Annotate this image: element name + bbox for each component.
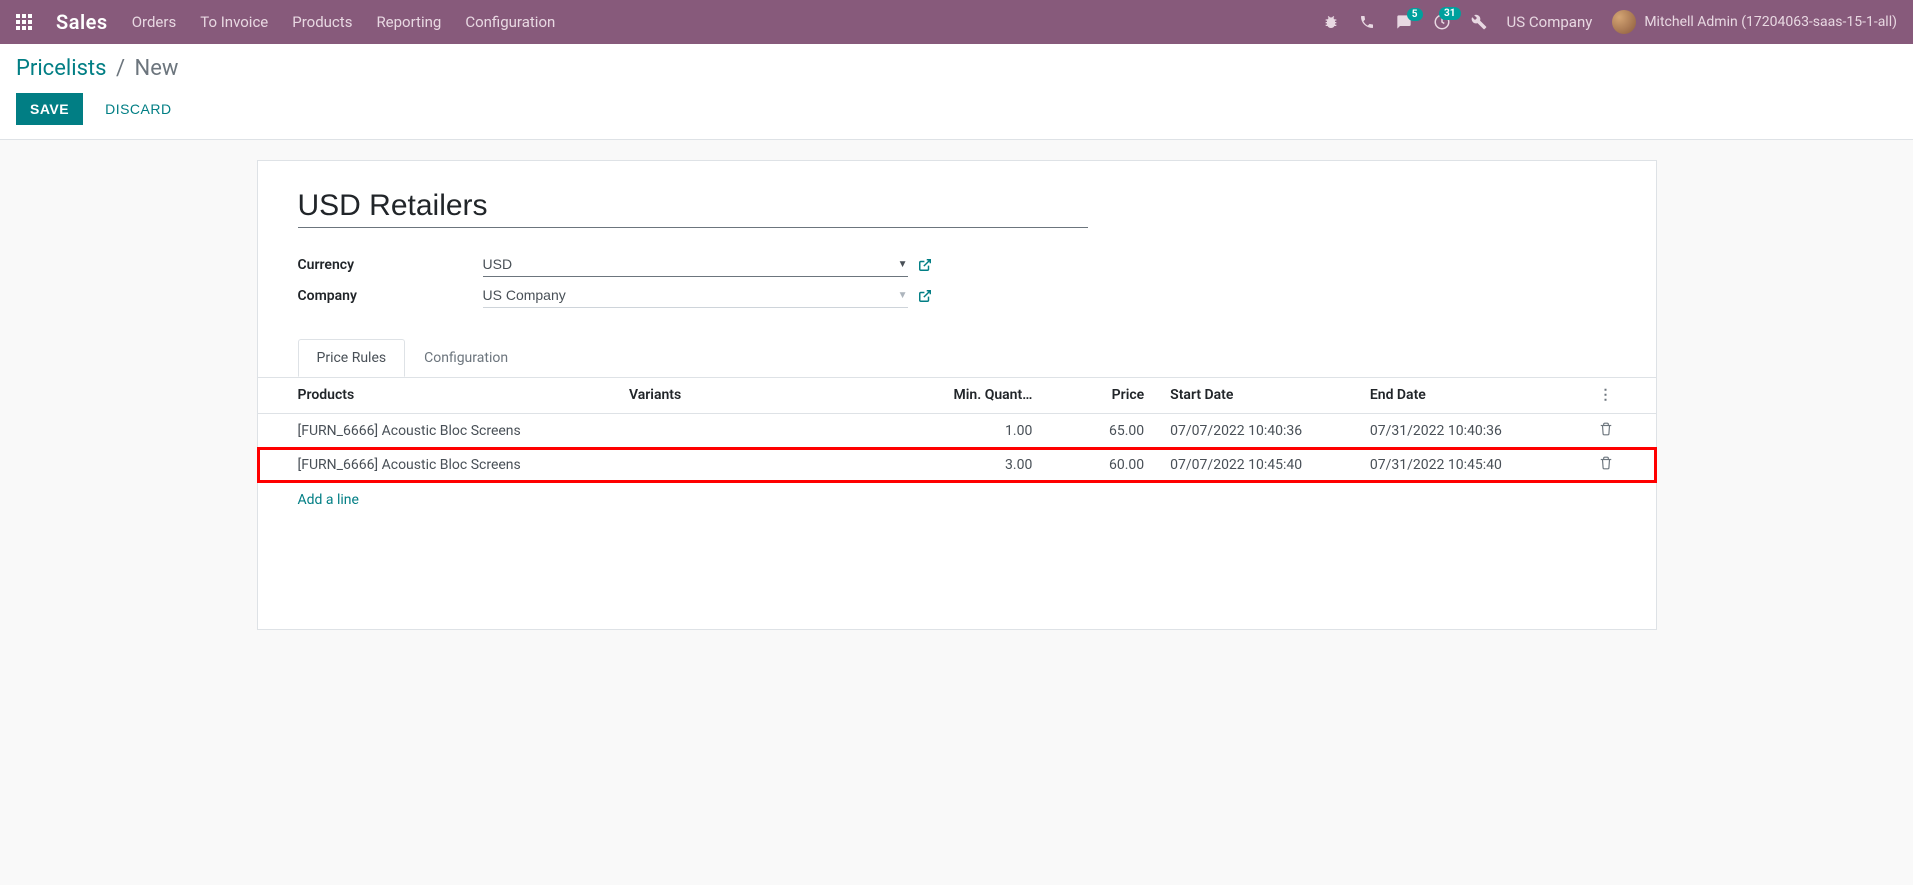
table-row[interactable]: [FURN_6666] Acoustic Bloc Screens 3.00 6… bbox=[258, 448, 1656, 482]
tools-icon[interactable] bbox=[1471, 14, 1487, 30]
cell-variants[interactable] bbox=[621, 448, 873, 482]
cell-product[interactable]: [FURN_6666] Acoustic Bloc Screens bbox=[258, 414, 621, 449]
chevron-down-icon[interactable]: ▼ bbox=[898, 259, 908, 270]
th-end-date[interactable]: End Date bbox=[1362, 377, 1572, 414]
table-row[interactable]: [FURN_6666] Acoustic Bloc Screens 1.00 6… bbox=[258, 414, 1656, 449]
chevron-down-icon[interactable]: ▼ bbox=[898, 290, 908, 301]
phone-icon[interactable] bbox=[1359, 14, 1375, 30]
currency-label: Currency bbox=[298, 257, 483, 273]
cell-variants[interactable] bbox=[621, 414, 873, 449]
nav-configuration[interactable]: Configuration bbox=[465, 13, 555, 31]
breadcrumb: Pricelists / New bbox=[16, 56, 1897, 81]
th-min-qty[interactable]: Min. Quant… bbox=[873, 377, 1041, 414]
pricelist-name-input[interactable] bbox=[298, 185, 1089, 228]
cell-price[interactable]: 60.00 bbox=[1040, 448, 1152, 482]
breadcrumb-separator: / bbox=[116, 56, 125, 81]
top-navbar: Sales Orders To Invoice Products Reporti… bbox=[0, 0, 1913, 44]
tab-configuration[interactable]: Configuration bbox=[405, 339, 527, 377]
cell-min-qty[interactable]: 3.00 bbox=[873, 448, 1041, 482]
th-start-date[interactable]: Start Date bbox=[1152, 377, 1362, 414]
th-price[interactable]: Price bbox=[1040, 377, 1152, 414]
breadcrumb-current: New bbox=[135, 56, 179, 81]
tabs: Price Rules Configuration bbox=[258, 339, 1656, 378]
messages-badge: 5 bbox=[1407, 8, 1423, 21]
currency-field[interactable] bbox=[483, 256, 898, 272]
breadcrumb-parent[interactable]: Pricelists bbox=[16, 56, 106, 81]
nav-products[interactable]: Products bbox=[292, 13, 352, 31]
company-external-link-icon[interactable] bbox=[918, 289, 932, 303]
messages-icon[interactable]: 5 bbox=[1395, 14, 1413, 30]
delete-row-icon[interactable] bbox=[1572, 414, 1656, 449]
th-products[interactable]: Products bbox=[258, 377, 621, 414]
cell-product[interactable]: [FURN_6666] Acoustic Bloc Screens bbox=[258, 448, 621, 482]
activities-badge: 31 bbox=[1439, 7, 1460, 20]
cell-end-date[interactable]: 07/31/2022 10:40:36 bbox=[1362, 414, 1572, 449]
add-line-link[interactable]: Add a line bbox=[258, 482, 1656, 518]
cell-start-date[interactable]: 07/07/2022 10:45:40 bbox=[1152, 448, 1362, 482]
save-button[interactable]: SAVE bbox=[16, 93, 83, 125]
discard-button[interactable]: DISCARD bbox=[91, 93, 186, 125]
debug-icon[interactable] bbox=[1323, 14, 1339, 30]
th-options-icon[interactable]: ⋮ bbox=[1572, 377, 1656, 414]
company-label: Company bbox=[298, 288, 483, 304]
currency-external-link-icon[interactable] bbox=[918, 258, 932, 272]
form-sheet: Currency ▼ Company ▼ bbox=[257, 160, 1657, 630]
company-selector[interactable]: US Company bbox=[1507, 13, 1593, 31]
activities-icon[interactable]: 31 bbox=[1433, 13, 1451, 31]
user-name: Mitchell Admin (17204063-saas-15-1-all) bbox=[1644, 14, 1897, 30]
cell-price[interactable]: 65.00 bbox=[1040, 414, 1152, 449]
cell-min-qty[interactable]: 1.00 bbox=[873, 414, 1041, 449]
cell-start-date[interactable]: 07/07/2022 10:40:36 bbox=[1152, 414, 1362, 449]
delete-row-icon[interactable] bbox=[1572, 448, 1656, 482]
user-avatar bbox=[1612, 10, 1636, 34]
nav-to-invoice[interactable]: To Invoice bbox=[200, 13, 268, 31]
company-field[interactable] bbox=[483, 287, 898, 303]
price-rules-table: Products Variants Min. Quant… Price Star… bbox=[258, 377, 1656, 482]
control-panel: Pricelists / New SAVE DISCARD bbox=[0, 44, 1913, 140]
nav-orders[interactable]: Orders bbox=[132, 13, 177, 31]
th-variants[interactable]: Variants bbox=[621, 377, 873, 414]
nav-reporting[interactable]: Reporting bbox=[376, 13, 441, 31]
user-menu[interactable]: Mitchell Admin (17204063-saas-15-1-all) bbox=[1612, 10, 1897, 34]
tab-price-rules[interactable]: Price Rules bbox=[298, 339, 406, 377]
cell-end-date[interactable]: 07/31/2022 10:45:40 bbox=[1362, 448, 1572, 482]
app-brand[interactable]: Sales bbox=[56, 10, 108, 34]
apps-icon[interactable] bbox=[16, 14, 32, 30]
